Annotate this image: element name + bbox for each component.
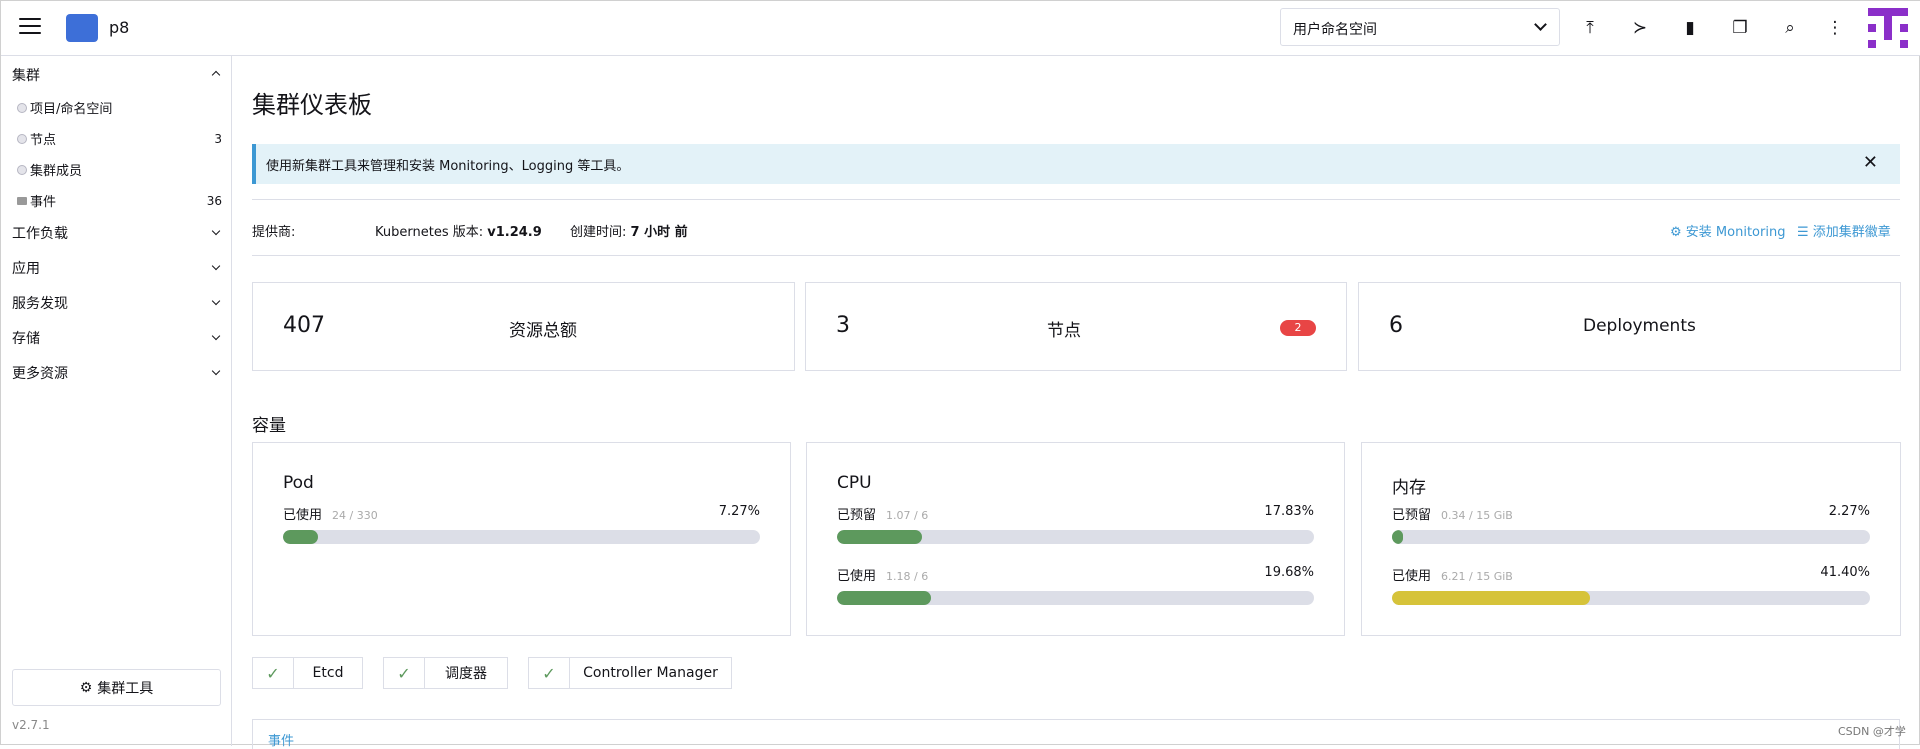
banner-text: 使用新集群工具来管理和安装 Monitoring、Logging 等工具。 [266, 159, 630, 174]
top-header: p8 用户命名空间 ⤒ ≻ ▮ ❐ ⌕ ⋮ [1, 1, 1920, 56]
usage-label: 已使用 1.18 / 6 [837, 569, 929, 584]
reserved-percent: 17.83% [1264, 504, 1314, 519]
install-monitoring-link[interactable]: ⚙ 安装 Monitoring [1670, 221, 1785, 240]
chevron-down-icon [211, 296, 221, 306]
card-label: 资源总额 [509, 321, 577, 341]
chevron-down-icon [211, 261, 221, 271]
sidebar-group-cluster[interactable]: 集群 [12, 65, 40, 85]
sidebar-item-nodes[interactable]: 节点 3 [17, 129, 222, 148]
gear-icon: ⚙ [79, 679, 93, 696]
resource-total-card[interactable]: 407 资源总额 [252, 282, 795, 371]
progress-bar [837, 591, 1314, 605]
watermark: CSDN @才学 [1838, 725, 1906, 738]
status-badge: 2 [1280, 320, 1316, 336]
sidebar-group-workloads[interactable]: 工作负载 [12, 223, 68, 243]
check-icon: ✓ [384, 658, 425, 688]
component-etcd: ✓ Etcd [252, 657, 363, 689]
sidebar-group-more[interactable]: 更多资源 [12, 363, 68, 383]
check-icon: ✓ [529, 658, 570, 688]
app-window: p8 用户命名空间 ⤒ ≻ ▮ ❐ ⌕ ⋮ 集群 项目/命名空间 节点 3 集群… [0, 0, 1920, 749]
progress-fill [1392, 530, 1403, 544]
sidebar-group-storage[interactable]: 存储 [12, 328, 40, 348]
usage-label: 已使用 6.21 / 15 GiB [1392, 569, 1513, 584]
cpu-capacity-card: CPU 已预留 1.07 / 6 17.83% 已使用 1.18 / 6 19.68… [806, 442, 1345, 636]
sidebar-group-service-discovery[interactable]: 服务发现 [12, 293, 68, 313]
dot-icon [17, 133, 27, 144]
copy-icon[interactable]: ❐ [1728, 16, 1752, 40]
reserved-percent: 2.27% [1828, 504, 1870, 519]
component-controller-manager: ✓ Controller Manager [528, 657, 732, 689]
add-cluster-badge-link[interactable]: ☰ 添加集群徽章 [1797, 221, 1891, 240]
terminal-icon[interactable]: ≻ [1628, 16, 1652, 40]
chevron-down-icon [211, 226, 221, 236]
dot-icon [17, 164, 27, 175]
memory-capacity-card: 内存 已预留 0.34 / 15 GiB 2.27% 已使用 6.21 / 15 G… [1361, 442, 1901, 636]
deployments-card[interactable]: 6 Deployments [1358, 282, 1901, 371]
gear-icon: ⚙ [1670, 225, 1682, 240]
k8s-version-info: Kubernetes 版本: v1.24.9 [375, 225, 542, 240]
progress-bar [1392, 591, 1870, 605]
card-number: 407 [283, 313, 325, 338]
progress-fill [837, 591, 931, 605]
progress-bar [837, 530, 1314, 544]
created-time-info: 创建时间: 7 小时 前 [570, 225, 688, 240]
usage-percent: 7.27% [718, 504, 760, 519]
sidebar-item-members[interactable]: 集群成员 [17, 160, 82, 179]
capacity-card-title: CPU [837, 473, 872, 493]
reserved-label: 已预留 0.34 / 15 GiB [1392, 508, 1513, 523]
sidebar-item-events[interactable]: 事件 36 [17, 191, 222, 210]
search-icon[interactable]: ⌕ [1778, 16, 1802, 40]
version-label: v2.7.1 [12, 718, 50, 732]
capacity-title: 容量 [252, 416, 286, 436]
folder-icon [17, 196, 27, 205]
usage-percent: 19.68% [1264, 565, 1314, 580]
usage-label: 已使用 24 / 330 [283, 508, 378, 523]
page-title: 集群仪表板 [252, 91, 372, 119]
capacity-card-title: Pod [283, 473, 314, 493]
avatar[interactable] [1868, 8, 1908, 48]
close-icon[interactable]: ✕ [1863, 152, 1878, 173]
more-icon[interactable]: ⋮ [1823, 16, 1847, 40]
upload-icon[interactable]: ⤒ [1578, 16, 1602, 40]
progress-bar [1392, 530, 1870, 544]
namespace-select-value: 用户命名空间 [1293, 22, 1377, 38]
card-number: 3 [836, 313, 850, 338]
card-label: Deployments [1583, 316, 1696, 336]
info-banner: 使用新集群工具来管理和安装 Monitoring、Logging 等工具。 ✕ [252, 144, 1900, 184]
nodes-count: 3 [214, 131, 222, 146]
chevron-down-icon [1534, 18, 1547, 31]
sidebar: 集群 项目/命名空间 节点 3 集群成员 事件 36 工作负载 应用 服务发现 … [1, 56, 232, 746]
chevron-down-icon [211, 366, 221, 376]
capacity-card-title: 内存 [1392, 478, 1426, 498]
cluster-tools-button[interactable]: ⚙ 集群工具 [12, 669, 221, 706]
cluster-name: p8 [109, 18, 130, 37]
hamburger-icon[interactable] [19, 18, 41, 36]
list-icon: ☰ [1797, 225, 1809, 240]
progress-fill [283, 530, 318, 544]
divider [252, 199, 1900, 200]
reserved-label: 已预留 1.07 / 6 [837, 508, 929, 523]
nodes-card[interactable]: 3 节点 2 [805, 282, 1347, 371]
tab-events[interactable]: 事件 [268, 730, 294, 749]
events-count: 36 [206, 193, 222, 208]
sidebar-group-apps[interactable]: 应用 [12, 258, 40, 278]
sidebar-item-projects[interactable]: 项目/命名空间 [17, 98, 112, 117]
chevron-up-icon [211, 70, 221, 80]
chevron-down-icon [211, 331, 221, 341]
usage-percent: 41.40% [1820, 565, 1870, 580]
dot-icon [17, 102, 27, 113]
progress-fill [1392, 591, 1590, 605]
component-scheduler: ✓ 调度器 [383, 657, 508, 689]
check-icon: ✓ [253, 658, 294, 688]
file-icon[interactable]: ▮ [1678, 16, 1702, 40]
pod-capacity-card: Pod 已使用 24 / 330 7.27% [252, 442, 791, 636]
card-label: 节点 [1047, 321, 1081, 341]
card-number: 6 [1389, 313, 1403, 338]
provider-info: 提供商: [252, 225, 296, 240]
progress-fill [837, 530, 923, 544]
divider [252, 255, 1900, 256]
cluster-logo [66, 14, 98, 42]
namespace-select[interactable]: 用户命名空间 [1280, 8, 1560, 46]
progress-bar [283, 530, 760, 544]
